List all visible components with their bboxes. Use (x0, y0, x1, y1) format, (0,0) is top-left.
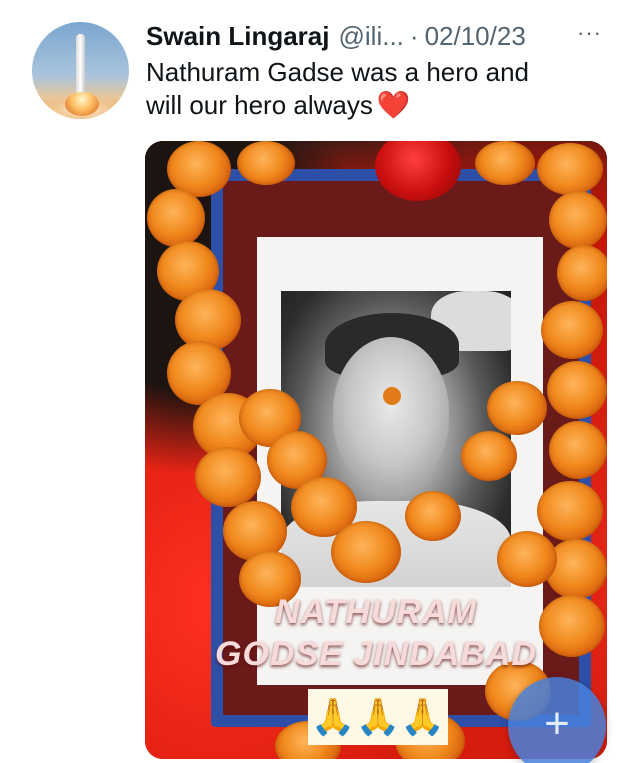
marigold-flower (405, 491, 461, 541)
marigold-flower (549, 191, 607, 249)
avatar[interactable] (32, 22, 129, 119)
banner-line-2: GODSE JINDABAD (215, 635, 537, 673)
marigold-flower (237, 141, 295, 185)
face-graphic (333, 337, 449, 487)
flame-graphic (65, 92, 99, 116)
tweet-date[interactable]: 02/10/23 (425, 21, 526, 52)
tweet-media-image[interactable]: NATHURAM GODSE JINDABAD 🙏🙏🙏 (145, 141, 607, 759)
tilak-mark (383, 387, 401, 405)
tweet-header: Swain Lingaraj @ili... · 02/10/23 ··· (146, 18, 616, 54)
marigold-flower (475, 141, 535, 185)
marigold-flower (461, 431, 517, 481)
author-handle[interactable]: @ili... (339, 21, 404, 52)
marigold-flower (195, 447, 261, 507)
tweet-text-line-1: Nathuram Gadse was a hero and (146, 57, 529, 87)
marigold-flower (147, 189, 205, 247)
rocket-graphic (76, 34, 85, 96)
author-name[interactable]: Swain Lingaraj (146, 21, 330, 52)
marigold-flower (547, 361, 607, 419)
banner-line-1: NATHURAM (275, 593, 477, 631)
marigold-flower (537, 481, 603, 541)
plus-icon: + (544, 699, 570, 748)
marigold-flower (541, 301, 603, 359)
tweet[interactable]: Swain Lingaraj @ili... · 02/10/23 ··· Na… (0, 0, 640, 763)
tweet-text: Nathuram Gadse was a hero and will our h… (146, 56, 616, 122)
heart-icon: ❤️ (376, 90, 411, 120)
separator-dot: · (409, 20, 419, 51)
folded-hands-icon: 🙏🙏🙏 (308, 689, 448, 745)
marigold-flower (331, 521, 401, 583)
marigold-flower (549, 421, 607, 479)
marigold-flower (497, 531, 557, 587)
marigold-flower (557, 245, 607, 301)
tweet-text-line-2-words: will our hero always (146, 90, 373, 120)
marigold-flower (537, 143, 603, 195)
tweet-text-line-2: will our hero always ❤️ (146, 89, 616, 122)
more-options-icon[interactable]: ··· (577, 20, 602, 46)
marigold-flower (487, 381, 547, 435)
